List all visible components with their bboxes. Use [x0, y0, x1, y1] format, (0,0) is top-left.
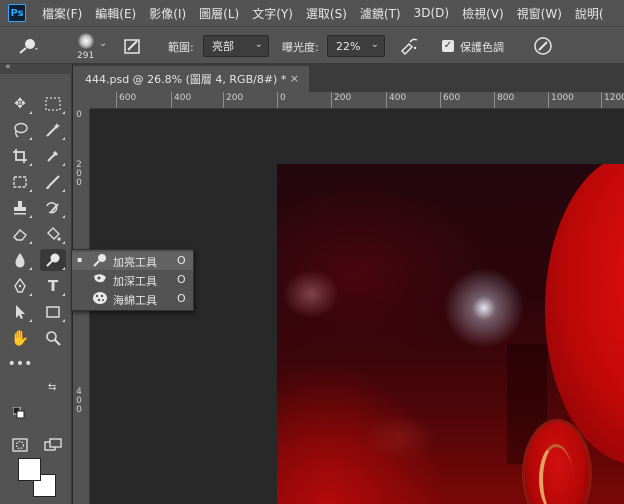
menu-help[interactable]: 說明(: [575, 5, 604, 22]
chevron-down-icon: ⌄: [370, 39, 379, 50]
menu-edit[interactable]: 編輯(E): [95, 5, 136, 22]
quick-mask-icon[interactable]: [7, 434, 33, 456]
dodge-tool-icon[interactable]: [40, 249, 66, 271]
magic-wand-tool-icon[interactable]: [40, 119, 66, 141]
default-colors-icon[interactable]: [12, 406, 25, 419]
marquee-tool-icon[interactable]: [40, 93, 66, 115]
paint-bucket-tool-icon[interactable]: [40, 223, 66, 245]
zoom-tool-icon[interactable]: [40, 327, 66, 349]
brush-settings-icon[interactable]: [122, 36, 142, 56]
flyout-item-shortcut: O: [177, 254, 186, 267]
brush-chevron-down-icon[interactable]: ⌄: [99, 38, 107, 49]
tools-panel: ✥ T ✋ ••• ⇆: [0, 74, 72, 504]
menu-select[interactable]: 選取(S): [306, 5, 347, 22]
ruler-tick: 800: [494, 92, 514, 108]
ruler-tick: 0: [277, 92, 286, 108]
document-image[interactable]: [277, 164, 624, 504]
horizontal-ruler[interactable]: 600 400 200 0 200 400 600 800 1000 1200: [73, 92, 624, 109]
toning-tools-flyout: ▪ 加亮工具 O 加深工具 O 海綿工具 O: [71, 249, 194, 311]
brush-preview-icon[interactable]: [78, 33, 94, 49]
ruler-tick: 600: [440, 92, 460, 108]
menu-3d[interactable]: 3D(D): [414, 6, 449, 20]
ruler-origin-corner[interactable]: [73, 92, 90, 109]
flyout-item-shortcut: O: [177, 292, 186, 305]
type-tool-icon[interactable]: T: [40, 275, 66, 297]
ruler-tick: 200: [223, 92, 243, 108]
toolbar-collapse-handle[interactable]: «: [0, 62, 72, 74]
path-selection-tool-icon[interactable]: [7, 301, 33, 323]
ruler-tick: 200: [331, 92, 351, 108]
menu-window[interactable]: 視窗(W): [517, 5, 562, 22]
exposure-label: 曝光度:: [282, 41, 319, 54]
burn-icon: [92, 272, 108, 289]
ruler-label: 0: [76, 405, 82, 415]
eyedropper-tool-icon[interactable]: [40, 145, 66, 167]
lasso-tool-icon[interactable]: [7, 119, 33, 141]
menu-view[interactable]: 檢視(V): [462, 5, 504, 22]
ruler-tick: 600: [116, 92, 136, 108]
eraser-tool-icon[interactable]: [7, 223, 33, 245]
document-tab-bar: 444.psd @ 26.8% (圖層 4, RGB/8#) * ×: [73, 64, 624, 92]
document-tab-title: 444.psd @ 26.8% (圖層 4, RGB/8#) *: [85, 73, 287, 86]
flyout-item-dodge[interactable]: ▪ 加亮工具 O: [72, 252, 193, 270]
brush-size-value: 291: [77, 51, 95, 61]
exposure-input[interactable]: 22% ⌄: [327, 35, 385, 57]
crop-tool-icon[interactable]: [7, 145, 33, 167]
foreground-color-swatch[interactable]: [18, 458, 41, 481]
ruler-tick: 1200: [601, 92, 624, 108]
pen-tool-icon[interactable]: [7, 275, 33, 297]
sponge-icon: [92, 291, 108, 308]
flyout-item-sponge[interactable]: 海綿工具 O: [72, 290, 193, 308]
close-tab-icon[interactable]: ×: [290, 72, 299, 85]
tool-preset-dodge-icon[interactable]: [14, 35, 42, 57]
menu-type[interactable]: 文字(Y): [252, 5, 293, 22]
move-tool-icon[interactable]: ✥: [7, 93, 33, 115]
ruler-label: 0: [76, 178, 82, 188]
photoshop-logo[interactable]: Ps: [8, 4, 26, 22]
flyout-item-shortcut: O: [177, 273, 186, 286]
menu-file[interactable]: 檔案(F): [42, 5, 82, 22]
hand-tool-icon[interactable]: ✋: [7, 327, 33, 349]
range-select[interactable]: 亮部 ⌄: [203, 35, 269, 57]
menu-image[interactable]: 影像(I): [149, 5, 186, 22]
dodge-icon: [92, 253, 108, 270]
screen-mode-icon[interactable]: [40, 434, 66, 456]
ruler-label: 0: [76, 110, 82, 120]
collapse-arrows-icon[interactable]: «: [5, 62, 11, 72]
menu-layer[interactable]: 圖層(L): [199, 5, 239, 22]
ruler-tick: 400: [386, 92, 406, 108]
flyout-item-burn[interactable]: 加深工具 O: [72, 271, 193, 289]
flyout-item-label: 海綿工具: [113, 294, 157, 307]
ruler-tick: 1000: [548, 92, 574, 108]
options-bar: 291 ⌄ 範圍: 亮部 ⌄ 曝光度: 22% ⌄ ✓ 保護色調: [0, 26, 624, 64]
selected-bullet: ▪: [77, 255, 83, 264]
menu-bar: Ps 檔案(F) 編輯(E) 影像(I) 圖層(L) 文字(Y) 選取(S) 濾…: [0, 0, 624, 26]
protect-tones-label: 保護色調: [460, 41, 504, 54]
document-tab[interactable]: 444.psd @ 26.8% (圖層 4, RGB/8#) * ×: [73, 66, 309, 92]
brush-tool-icon[interactable]: [40, 171, 66, 193]
flyout-item-label: 加亮工具: [113, 256, 157, 269]
exposure-value: 22%: [336, 39, 361, 53]
ruler-tick: 400: [171, 92, 191, 108]
chevron-down-icon: ⌄: [254, 39, 263, 50]
range-select-value: 亮部: [212, 40, 234, 53]
flyout-item-label: 加深工具: [113, 275, 157, 288]
protect-tones-checkbox[interactable]: ✓: [442, 40, 454, 52]
more-tools-icon[interactable]: •••: [7, 353, 33, 375]
stamp-tool-icon[interactable]: [7, 197, 33, 219]
blur-tool-icon[interactable]: [7, 249, 33, 271]
history-brush-tool-icon[interactable]: [40, 197, 66, 219]
menu-filter[interactable]: 濾鏡(T): [360, 5, 401, 22]
rectangle-tool-icon[interactable]: [40, 301, 66, 323]
range-label: 範圍:: [168, 41, 194, 54]
pressure-size-icon[interactable]: [532, 35, 554, 57]
swap-colors-icon[interactable]: ⇆: [48, 382, 56, 393]
frame-tool-icon[interactable]: [7, 171, 33, 193]
airbrush-icon[interactable]: [398, 36, 420, 56]
